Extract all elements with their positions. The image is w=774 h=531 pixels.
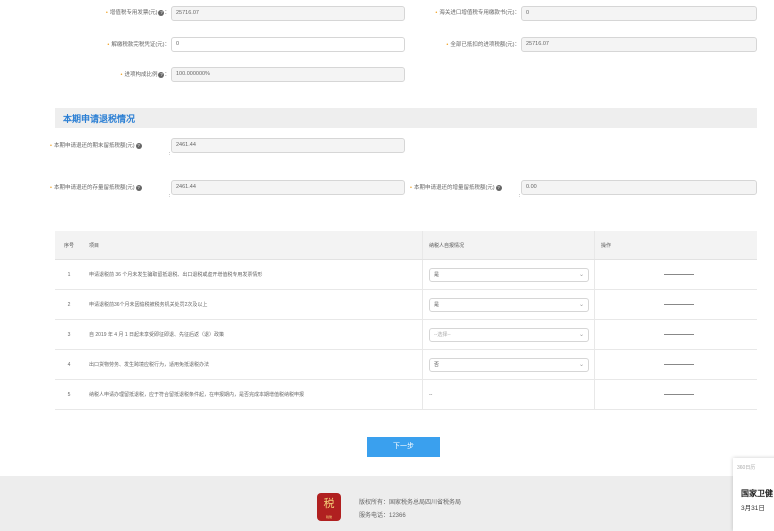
increment-input[interactable]: 0.00 — [521, 180, 757, 195]
op-placeholder — [664, 394, 694, 395]
section-title: 本期申请退税情况 — [63, 114, 136, 124]
popup-source: 360日历 — [737, 465, 756, 471]
stock-label: • 本期申请退还的存量留抵税额(元)? — [50, 184, 142, 191]
all-deducted-label: • 全部已抵扣的进项税额(元)： — [446, 42, 520, 48]
table-row: 3 自 2019 年 4 月 1 日起未享受即征即退、先征后返（退）政策 --选… — [55, 319, 757, 350]
tax-logo: 税 税徽 — [317, 493, 341, 521]
self-check-select[interactable]: 是 ⌄ — [429, 267, 589, 282]
table-row: 5 纳税人申请办理留抵退税，应于符合留抵退税条件起，在申报期内，是否完成本期增值… — [55, 379, 757, 410]
self-check-value: -- — [422, 379, 595, 410]
self-check-select[interactable]: 是 ⌄ — [429, 297, 589, 312]
paid-tax-input[interactable]: 0 — [171, 37, 405, 52]
table-row: 4 出口货物劳务、发生跨境应税行为，适用免抵退税办法 否 ⌄ — [55, 349, 757, 380]
chevron-down-icon: ⌄ — [578, 301, 584, 308]
op-placeholder — [664, 334, 694, 335]
help-icon[interactable]: ? — [158, 9, 165, 16]
help-icon[interactable]: ? — [135, 142, 142, 149]
row-item: 出口货物劳务、发生跨境应税行为，适用免抵退税办法 — [83, 349, 423, 380]
popup-title: 国家卫健 — [741, 489, 773, 498]
chevron-down-icon: ⌄ — [578, 361, 584, 368]
chevron-down-icon: ⌄ — [578, 271, 584, 278]
op-placeholder — [664, 304, 694, 305]
stock-input[interactable]: 2461.44 — [171, 180, 405, 195]
row-item: 纳税人申请办理留抵退税，应于符合留抵退税条件起，在申报期内，是否完成本期增值税纳… — [83, 379, 423, 410]
ratio-input[interactable]: 100.000000% — [171, 67, 405, 82]
colon: : — [168, 151, 170, 157]
check-table: 序号 项目 纳税人自报情况 操作 1 申请退税前 36 个月未发生骗取留抵退税、… — [55, 231, 757, 410]
section-header: 本期申请退税情况 — [55, 108, 757, 128]
popup-date: 3月31日 — [741, 505, 765, 512]
colon: : — [518, 193, 520, 199]
op-placeholder — [664, 364, 694, 365]
period-end-label: • 本期申请退还的期末留抵税额(元)? — [50, 142, 142, 149]
row-item: 自 2019 年 4 月 1 日起未享受即征即退、先征后返（退）政策 — [83, 319, 423, 350]
row-no: 1 — [55, 259, 83, 290]
vat-invoice-input[interactable]: 25716.07 — [171, 6, 405, 21]
table-row: 1 申请退税前 36 个月未发生骗取留抵退税、出口退税或虚开增值税专用发票情形 … — [55, 259, 757, 290]
col-self-check: 纳税人自报情况 — [422, 231, 595, 260]
paid-tax-label: • 解缴税款完税凭证(元)： — [107, 42, 170, 48]
period-end-input[interactable]: 2461.44 — [171, 138, 405, 153]
table-row: 2 申请退税前36个月未因偷税被税务机关处罚2次及以上 是 ⌄ — [55, 289, 757, 320]
customs-label: • 海关进口增值税专用缴款书(元)： — [435, 10, 520, 16]
vat-invoice-label: • 增值税专用发票(元)?： — [105, 9, 170, 16]
help-icon[interactable]: ? — [158, 71, 165, 78]
row-no: 2 — [55, 289, 83, 320]
col-item: 项目 — [83, 231, 423, 260]
help-icon[interactable]: ? — [495, 184, 502, 191]
row-no: 5 — [55, 379, 83, 410]
row-no: 3 — [55, 319, 83, 350]
table-header-row: 序号 项目 纳税人自报情况 操作 — [55, 231, 757, 260]
footer-phone: 服务电话：12366 — [359, 513, 406, 519]
chevron-down-icon: ⌄ — [578, 331, 584, 338]
calendar-popup[interactable]: 360日历 国家卫健 3月31日 — [733, 458, 774, 531]
colon: : — [168, 193, 170, 199]
ratio-label: • 进项构成比例?： — [120, 71, 170, 78]
all-deducted-input[interactable]: 25716.07 — [521, 37, 757, 52]
next-button[interactable]: 下一步 — [367, 437, 440, 457]
row-no: 4 — [55, 349, 83, 380]
row-item: 申请退税前 36 个月未发生骗取留抵退税、出口退税或虚开增值税专用发票情形 — [83, 259, 423, 290]
self-check-select[interactable]: --选择-- ⌄ — [429, 327, 589, 342]
footer-copyright: 版权所有：国家税务总局四川省税务局 — [359, 500, 462, 506]
help-icon[interactable]: ? — [135, 184, 142, 191]
row-item: 申请退税前36个月未因偷税被税务机关处罚2次及以上 — [83, 289, 423, 320]
increment-label: • 本期申请退还的增量留抵税额(元)? — [410, 184, 502, 191]
op-placeholder — [664, 274, 694, 275]
col-op: 操作 — [594, 231, 757, 260]
customs-input[interactable]: 0 — [521, 6, 757, 21]
col-no: 序号 — [55, 231, 83, 260]
self-check-select[interactable]: 否 ⌄ — [429, 357, 589, 372]
